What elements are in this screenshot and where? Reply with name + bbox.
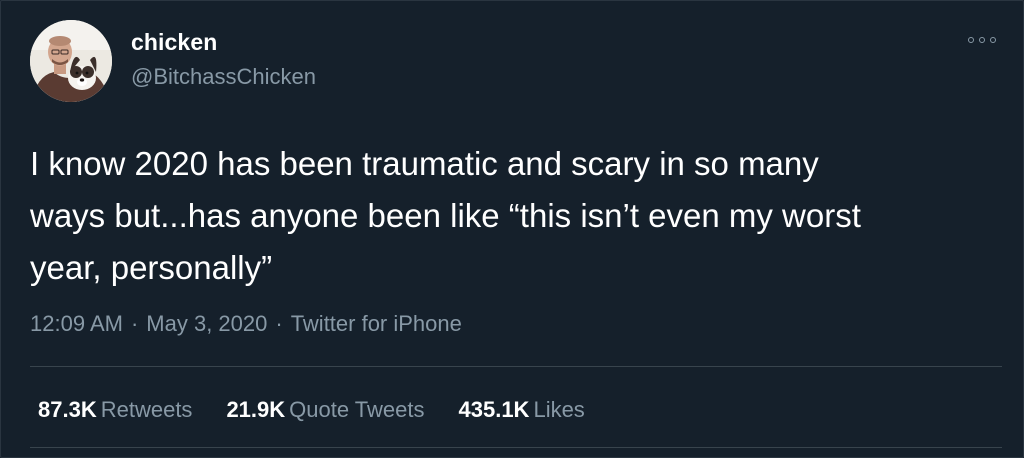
tweet-source[interactable]: Twitter for iPhone <box>291 311 462 336</box>
tweet-text-line: year, personally” <box>30 249 273 286</box>
tweet-text-line: I know 2020 has been traumatic and scary… <box>30 145 819 182</box>
avatar[interactable] <box>30 20 112 102</box>
tweet-stats: 87.3K Retweets 21.9K Quote Tweets 435.1K Li… <box>38 397 619 423</box>
user-handle[interactable]: @BitchassChicken <box>131 64 316 90</box>
retweets-label: Retweets <box>100 397 193 422</box>
divider <box>30 447 1002 448</box>
likes-label: Likes <box>533 397 585 422</box>
likes-count: 435.1K <box>458 397 530 422</box>
quote-tweets-count: 21.9K <box>226 397 286 422</box>
tweet-text-line: ways but...has anyone been like “this is… <box>30 197 861 234</box>
tweet-time[interactable]: 12:09 AM <box>30 311 123 336</box>
more-dot <box>979 37 985 43</box>
more-dot <box>990 37 996 43</box>
tweet-date[interactable]: May 3, 2020 <box>146 311 267 336</box>
profile-photo-icon <box>30 20 112 102</box>
meta-separator: · <box>130 311 139 336</box>
more-options-icon[interactable] <box>968 33 996 47</box>
tweet-metadata: 12:09 AM · May 3, 2020 · Twitter for iPhone <box>30 311 462 337</box>
more-dot <box>968 37 974 43</box>
display-name[interactable]: chicken <box>131 29 217 56</box>
retweets-stat[interactable]: 87.3K Retweets <box>38 397 192 423</box>
meta-separator: · <box>275 311 283 336</box>
quote-tweets-label: Quote Tweets <box>289 397 425 422</box>
retweets-count: 87.3K <box>38 397 97 422</box>
divider <box>30 366 1002 367</box>
likes-stat[interactable]: 435.1K Likes <box>459 397 585 423</box>
quote-tweets-stat[interactable]: 21.9K Quote Tweets <box>226 397 424 423</box>
tweet-text: I know 2020 has been traumatic and scary… <box>30 138 1005 294</box>
